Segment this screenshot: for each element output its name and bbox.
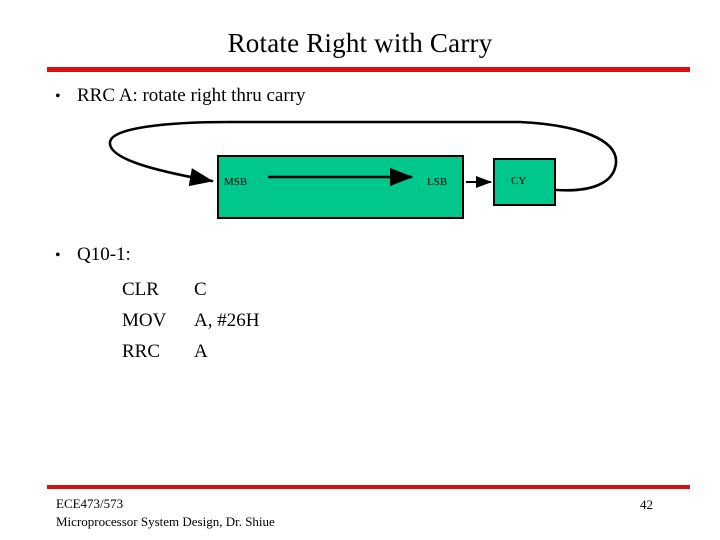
code-operand: A, #26H [194, 310, 260, 331]
rotate-right-carry-diagram [108, 120, 618, 192]
bullet-question-text: Q10-1: [77, 244, 131, 265]
msb-label: MSB [224, 176, 248, 188]
footer-text: ECE473/573 Microprocessor System Design,… [56, 495, 275, 531]
bullet-question-label: • Q10-1: [55, 243, 131, 268]
code-operand: A [194, 341, 208, 362]
code-line: RRC A [122, 336, 259, 367]
bullet-rrc-text: RRC A: rotate right thru carry [77, 85, 306, 106]
code-line: CLR C [122, 274, 259, 305]
title-divider [47, 67, 690, 72]
bullet-marker: • [55, 247, 61, 264]
assembly-code-listing: CLR C MOV A, #26H RRC A [122, 274, 259, 367]
code-operand: C [194, 279, 207, 300]
bullet-marker: • [55, 88, 61, 105]
code-mnemonic: RRC [122, 341, 161, 362]
bullet-rrc-description: • RRC A: rotate right thru carry [55, 84, 305, 109]
code-line: MOV A, #26H [122, 305, 259, 336]
lsb-label: LSB [427, 176, 448, 188]
code-mnemonic: CLR [122, 279, 159, 300]
slide-canvas: Rotate Right with Carry • RRC A: rotate … [0, 0, 720, 540]
page-title: Rotate Right with Carry [227, 28, 493, 58]
footer-divider [47, 485, 690, 489]
carry-label: CY [511, 175, 527, 187]
code-mnemonic: MOV [122, 310, 167, 331]
footer-course: ECE473/573 [56, 496, 124, 511]
footer-subtitle: Microprocessor System Design, Dr. Shiue [56, 514, 275, 529]
slide-number: 42 [640, 497, 653, 512]
